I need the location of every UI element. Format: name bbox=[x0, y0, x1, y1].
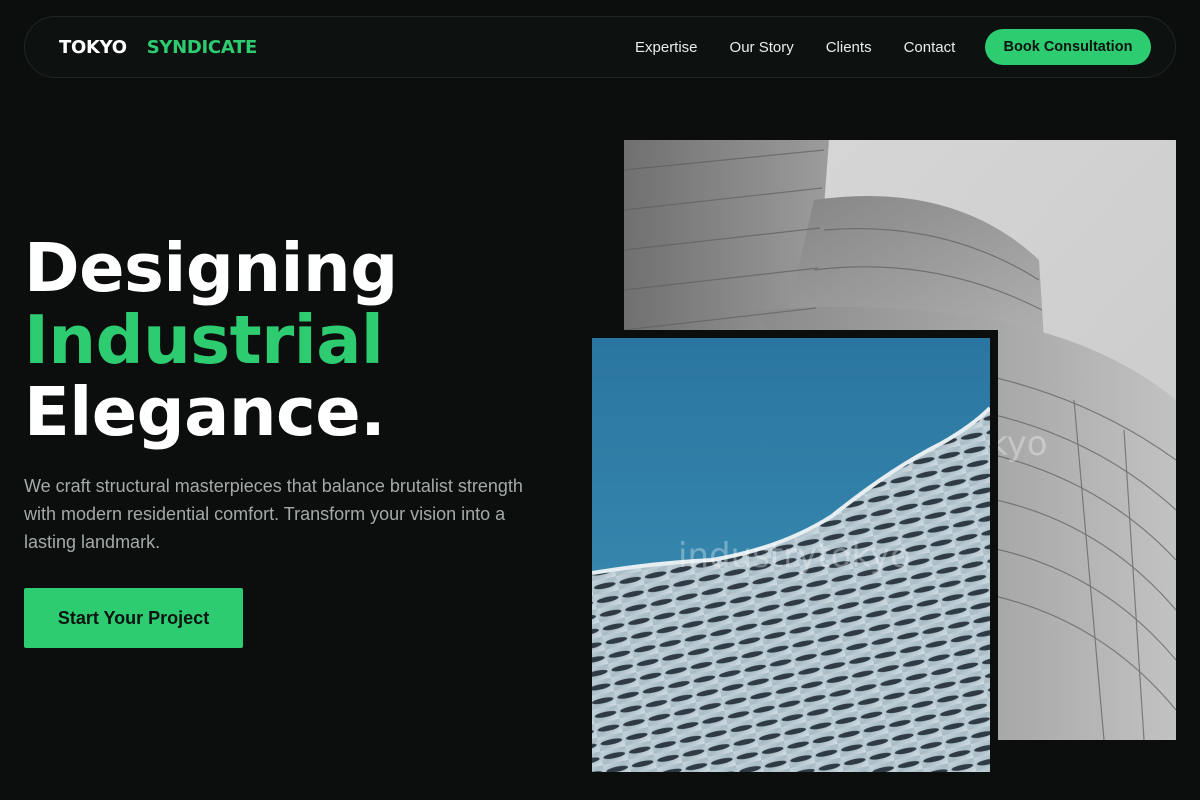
brand-logo[interactable]: TOKYO SYNDICATE bbox=[59, 17, 257, 77]
nav-link-clients[interactable]: Clients bbox=[826, 39, 872, 56]
nav-link-our-story[interactable]: Our Story bbox=[730, 39, 794, 56]
headline-line-1: Designing bbox=[24, 229, 398, 307]
nav-link-expertise[interactable]: Expertise bbox=[635, 39, 698, 56]
start-your-project-button[interactable]: Start Your Project bbox=[24, 588, 243, 648]
top-navigation-bar: TOKYO SYNDICATE Expertise Our Story Clie… bbox=[24, 16, 1176, 78]
brand-name-part2: SYNDICATE bbox=[146, 36, 258, 58]
front-image-watermark: industrytokyo bbox=[678, 536, 911, 576]
architecture-photo-front: industrytokyo bbox=[592, 338, 990, 772]
nav-links: Expertise Our Story Clients Contact bbox=[635, 17, 987, 77]
brand-name-part1: TOKYO bbox=[59, 36, 127, 58]
hero-headline: Designing Industrial Elegance. bbox=[24, 232, 398, 448]
headline-line-3: Elegance. bbox=[24, 373, 386, 451]
headline-line-2-accent: Industrial bbox=[24, 301, 384, 379]
hero-subtext: We craft structural masterpieces that ba… bbox=[24, 476, 523, 552]
nav-link-contact[interactable]: Contact bbox=[904, 39, 956, 56]
book-consultation-button[interactable]: Book Consultation bbox=[985, 29, 1151, 65]
